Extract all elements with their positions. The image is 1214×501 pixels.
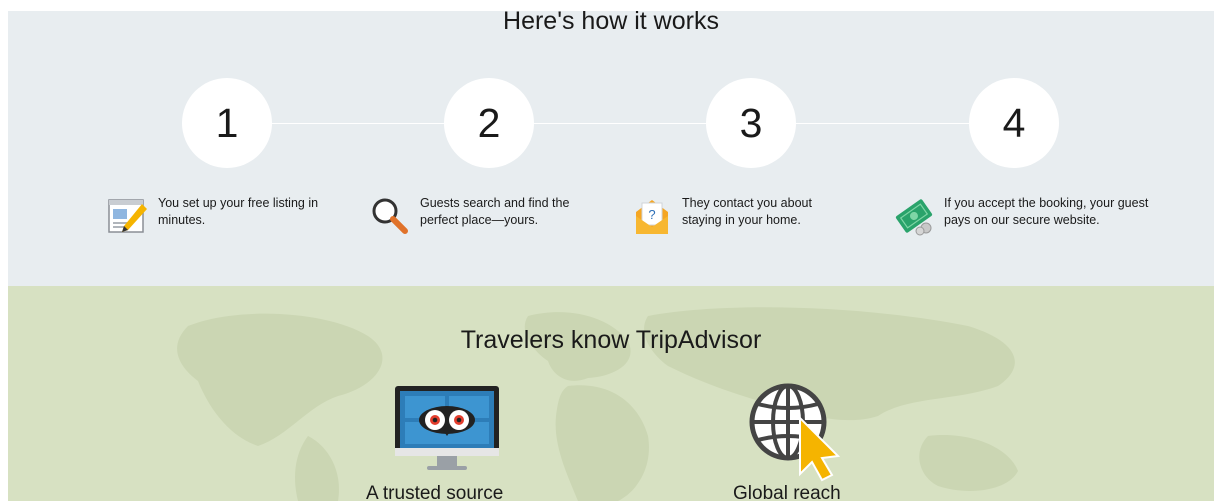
- step-2-text: Guests search and find the perfect place…: [420, 196, 570, 227]
- steps-connector-line: [228, 123, 1014, 124]
- step-3-number: 3: [739, 99, 763, 146]
- step-3-description: ? They contact you about staying in your…: [630, 194, 870, 238]
- step-2-circle: 2: [444, 78, 534, 168]
- feature-global-reach-label: Global reach: [733, 483, 841, 501]
- listing-page-pen-icon: [108, 199, 147, 233]
- money-coins-icon: [895, 199, 933, 236]
- step-1-number: 1: [215, 99, 239, 146]
- travelers-section: Travelers know TripAdvisor A trusted sou…: [8, 286, 1214, 501]
- step-3-text: They contact you about staying in your h…: [682, 196, 812, 227]
- step-1-description: You set up your free listing in minutes.: [106, 194, 346, 238]
- step-4-circle: 4: [969, 78, 1059, 168]
- step-4-number: 4: [1002, 99, 1026, 146]
- step-2-number: 2: [477, 99, 501, 146]
- travelers-title: Travelers know TripAdvisor: [460, 326, 762, 354]
- step-1-circle: 1: [182, 78, 272, 168]
- step-3-circle: 3: [706, 78, 796, 168]
- step-1-text: You set up your free listing in minutes.: [158, 196, 319, 227]
- svg-text:?: ?: [648, 207, 655, 222]
- feature-trusted-source-label: A trusted source: [366, 483, 504, 501]
- world-map-background: [177, 307, 1018, 501]
- step-2-description: Guests search and find the perfect place…: [368, 194, 608, 238]
- envelope-question-icon: ?: [636, 200, 668, 234]
- globe-cursor-icon: [749, 383, 841, 482]
- step-4-description: If you accept the booking, your guest pa…: [892, 194, 1172, 238]
- how-it-works-section: Here's how it works 1 2 3 4 You set up y…: [8, 7, 1214, 286]
- how-it-works-title: Here's how it works: [503, 7, 719, 35]
- page: Here's how it works 1 2 3 4 You set up y…: [0, 0, 1214, 501]
- step-4-text: If you accept the booking, your guest pa…: [944, 196, 1149, 227]
- monitor-owl-icon: [395, 386, 499, 470]
- magnifier-icon: [372, 198, 408, 234]
